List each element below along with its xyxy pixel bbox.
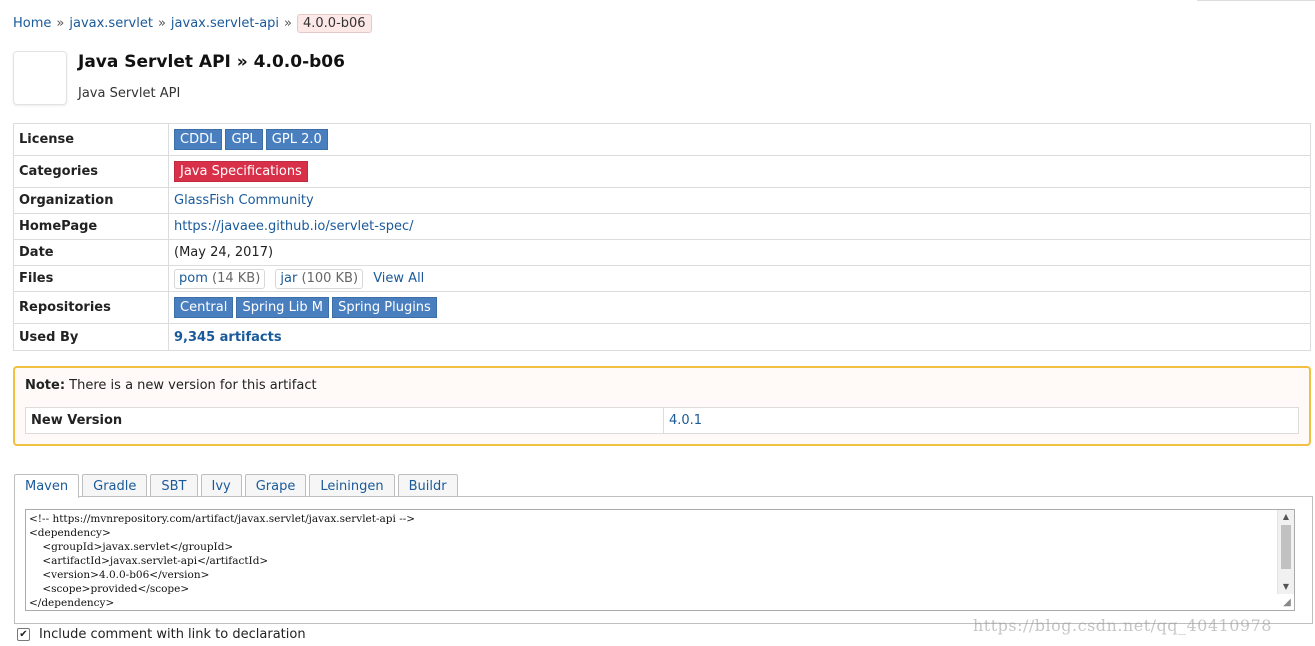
repositories-values: Central Spring Lib M Spring Plugins	[168, 291, 1311, 324]
dependency-snippet-code[interactable]: <!-- https://mvnrepository.com/artifact/…	[29, 512, 415, 610]
license-badge-gpl[interactable]: GPL	[225, 129, 263, 150]
repo-badge-spring-lib-m[interactable]: Spring Lib M	[236, 297, 330, 318]
watermark: https://blog.csdn.net/qq_40410978	[973, 616, 1272, 635]
info-row-homepage: HomePage https://javaee.github.io/servle…	[13, 213, 1311, 240]
scroll-down-icon[interactable]: ▼	[1278, 580, 1294, 594]
include-comment-checkbox[interactable]: ✔	[17, 628, 30, 641]
breadcrumb-separator: »	[284, 15, 292, 31]
license-label: License	[13, 123, 169, 156]
new-version-label: New Version	[25, 407, 664, 434]
info-row-license: License CDDL GPL GPL 2.0	[13, 123, 1311, 156]
info-row-files: Files pom (14 KB) jar (100 KB) View All	[13, 265, 1311, 292]
tab-maven[interactable]: Maven	[14, 474, 80, 498]
homepage-label: HomePage	[13, 213, 169, 240]
include-comment-label[interactable]: Include comment with link to declaration	[39, 627, 306, 642]
breadcrumb-home[interactable]: Home	[13, 16, 51, 31]
files-label: Files	[13, 265, 169, 292]
date-value: (May 24, 2017)	[168, 239, 1311, 266]
page-subtitle: Java Servlet API	[78, 86, 181, 101]
breadcrumb-separator: »	[56, 15, 65, 31]
resize-grip-icon[interactable]: ◢	[1281, 597, 1293, 609]
license-badge-gpl2[interactable]: GPL 2.0	[265, 129, 328, 150]
tab-buildr[interactable]: Buildr	[397, 474, 458, 497]
new-version-note: Note: There is a new version for this ar…	[13, 366, 1311, 446]
snippet-scrollbar[interactable]: ▲ ▼	[1277, 510, 1294, 594]
tab-ivy[interactable]: Ivy	[200, 474, 242, 497]
license-values: CDDL GPL GPL 2.0	[168, 123, 1311, 156]
breadcrumb: Home » javax.servlet » javax.servlet-api…	[13, 12, 372, 34]
tab-gradle[interactable]: Gradle	[82, 474, 148, 497]
new-version-table: New Version 4.0.1	[25, 407, 1299, 434]
categories-label: Categories	[13, 155, 169, 188]
license-badge-cddl[interactable]: CDDL	[174, 129, 223, 150]
date-label: Date	[13, 239, 169, 266]
info-row-repositories: Repositories Central Spring Lib M Spring…	[13, 291, 1311, 324]
file-jar-link[interactable]: jar	[280, 271, 297, 286]
categories-values: Java Specifications	[168, 155, 1311, 188]
tab-sbt[interactable]: SBT	[150, 474, 198, 497]
file-jar[interactable]: jar (100 KB)	[275, 268, 364, 289]
include-comment-option[interactable]: ✔ Include comment with link to declarati…	[17, 627, 306, 642]
file-pom[interactable]: pom (14 KB)	[174, 268, 266, 289]
breadcrumb-separator: »	[157, 15, 166, 31]
file-jar-size: (100 KB)	[301, 270, 359, 286]
tab-leiningen[interactable]: Leiningen	[309, 474, 395, 497]
note-text: There is a new version for this artifact	[65, 378, 317, 393]
category-badge-java-specifications[interactable]: Java Specifications	[174, 161, 308, 182]
info-row-categories: Categories Java Specifications	[13, 155, 1311, 188]
breadcrumb-current-version: 4.0.0-b06	[297, 13, 372, 33]
new-version-link[interactable]: 4.0.1	[669, 413, 702, 428]
dependency-snippet-panel: <!-- https://mvnrepository.com/artifact/…	[14, 496, 1313, 624]
organization-link[interactable]: GlassFish Community	[174, 193, 314, 208]
used-by-link[interactable]: 9,345 artifacts	[174, 330, 282, 345]
info-row-date: Date (May 24, 2017)	[13, 239, 1311, 266]
used-by-label: Used By	[13, 323, 169, 351]
tab-grape[interactable]: Grape	[244, 474, 307, 497]
info-row-used-by: Used By 9,345 artifacts	[13, 323, 1311, 351]
homepage-link[interactable]: https://javaee.github.io/servlet-spec/	[174, 219, 414, 234]
note-strong: Note:	[25, 378, 66, 393]
file-pom-size: (14 KB)	[212, 270, 261, 286]
file-pom-link[interactable]: pom	[179, 271, 208, 286]
scroll-up-icon[interactable]: ▲	[1278, 510, 1294, 524]
build-tool-tabs: Maven Gradle SBT Ivy Grape Leiningen Bui…	[14, 474, 458, 498]
artifact-info-table: License CDDL GPL GPL 2.0 Categories Java…	[13, 123, 1311, 351]
repositories-label: Repositories	[13, 291, 169, 324]
new-version-row: New Version 4.0.1	[25, 407, 1299, 434]
scroll-thumb[interactable]	[1281, 525, 1291, 569]
breadcrumb-group[interactable]: javax.servlet	[69, 16, 153, 31]
info-row-organization: Organization GlassFish Community	[13, 187, 1311, 214]
top-divider	[1197, 0, 1315, 1]
repo-badge-spring-plugins[interactable]: Spring Plugins	[332, 297, 437, 318]
organization-label: Organization	[13, 187, 169, 214]
artifact-logo	[13, 51, 67, 105]
breadcrumb-artifact[interactable]: javax.servlet-api	[171, 16, 279, 31]
page-title: Java Servlet API » 4.0.0-b06	[78, 52, 345, 72]
dependency-snippet-textarea[interactable]: <!-- https://mvnrepository.com/artifact/…	[25, 509, 1295, 611]
files-values: pom (14 KB) jar (100 KB) View All	[168, 265, 1311, 292]
note-message: Note: There is a new version for this ar…	[25, 378, 317, 393]
repo-badge-central[interactable]: Central	[174, 297, 234, 318]
view-all-files-link[interactable]: View All	[373, 271, 424, 286]
